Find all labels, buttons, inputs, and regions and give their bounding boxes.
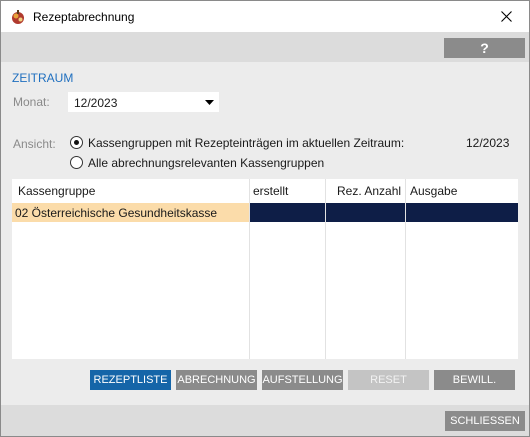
monat-value: 12/2023 bbox=[74, 96, 118, 110]
toolbar: ? bbox=[1, 32, 529, 62]
app-icon bbox=[10, 9, 26, 25]
main-content: ZEITRAUM Monat: 12/2023 Ansicht: Kasseng… bbox=[1, 62, 529, 405]
radio-alle-kassengruppen[interactable] bbox=[70, 156, 83, 169]
monat-label: Monat: bbox=[13, 95, 50, 109]
help-button[interactable]: ? bbox=[444, 38, 525, 58]
section-title-zeitraum: ZEITRAUM bbox=[12, 71, 74, 85]
column-header-rez-anzahl[interactable]: Rez. Anzahl bbox=[337, 184, 401, 198]
period-value: 12/2023 bbox=[466, 136, 510, 150]
column-header-ausgabe[interactable]: Ausgabe bbox=[410, 184, 457, 198]
radio-kassengruppen-aktuell[interactable] bbox=[70, 136, 83, 149]
rezeptliste-button[interactable]: REZEPTLISTE bbox=[90, 370, 171, 390]
schliessen-button[interactable]: SCHLIESSEN bbox=[445, 411, 525, 431]
cell-erstellt[interactable] bbox=[250, 203, 325, 222]
cell-rez-anzahl[interactable] bbox=[326, 203, 405, 222]
table-header: Kassengruppe erstellt Rez. Anzahl Ausgab… bbox=[12, 179, 518, 202]
abrechnung-button[interactable]: ABRECHNUNG bbox=[176, 370, 257, 390]
kassengruppen-table: Kassengruppe erstellt Rez. Anzahl Ausgab… bbox=[12, 179, 518, 359]
close-window-button[interactable] bbox=[483, 1, 529, 32]
close-icon bbox=[500, 11, 512, 22]
footer-bar: SCHLIESSEN bbox=[1, 405, 529, 436]
cell-ausgabe[interactable] bbox=[406, 203, 518, 222]
ansicht-label: Ansicht: bbox=[13, 137, 56, 151]
aufstellung-button[interactable]: AUFSTELLUNG bbox=[262, 370, 343, 390]
dialog-window: Rezeptabrechnung ? ZEITRAUM Monat: 12/20… bbox=[0, 0, 530, 437]
monat-dropdown[interactable]: 12/2023 bbox=[68, 92, 219, 112]
column-header-erstellt[interactable]: erstellt bbox=[253, 184, 288, 198]
radio-label-kassengruppen-aktuell[interactable]: Kassengruppen mit Rezepteinträgen im akt… bbox=[88, 136, 404, 150]
cell-kassengruppe[interactable]: 02 Österreichische Gesundheitskasse bbox=[12, 203, 249, 222]
reset-button[interactable]: RESET bbox=[348, 370, 429, 390]
title-bar: Rezeptabrechnung bbox=[1, 1, 529, 32]
bewill-button[interactable]: BEWILL. bbox=[434, 370, 515, 390]
dropdown-arrow-icon bbox=[205, 100, 214, 105]
column-header-kassengruppe[interactable]: Kassengruppe bbox=[18, 184, 95, 198]
window-title: Rezeptabrechnung bbox=[33, 10, 135, 24]
radio-label-alle-kassengruppen[interactable]: Alle abrechnungsrelevanten Kassengruppen bbox=[88, 156, 324, 170]
table-row[interactable]: 02 Österreichische Gesundheitskasse bbox=[12, 203, 518, 222]
